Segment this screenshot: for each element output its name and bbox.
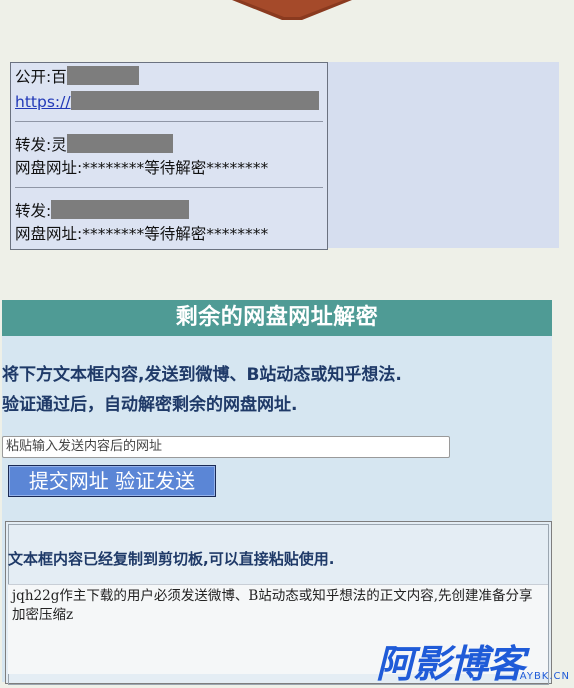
forward-1-address-value: ********等待解密******** [82, 159, 269, 177]
divider [15, 121, 323, 122]
forward-2-address-value: ********等待解密******** [82, 225, 269, 243]
watermark-domain: AYBK.CN [519, 671, 570, 682]
copy-hint: 文本框内容已经复制到剪切板,可以直接粘贴使用. [8, 550, 335, 568]
divider [15, 187, 323, 188]
forward-1-label-row: 转发:灵 [15, 134, 173, 156]
redacted-public-url [70, 91, 319, 110]
site-watermark: 阿影博客 AYBK.CN [376, 633, 574, 686]
verify-section-title: 剩余的网盘网址解密 [2, 300, 552, 336]
submit-url-button[interactable]: 提交网址 验证发送 [8, 465, 216, 497]
forward-2-label: 转发: [15, 202, 52, 220]
link-panel: 公开:百 https:// 转发:灵 网盘网址:********等待解密****… [10, 62, 559, 250]
public-url-row: https:// [15, 91, 319, 113]
link-list: 公开:百 https:// 转发:灵 网盘网址:********等待解密****… [10, 62, 328, 250]
forward-1-address-label: 网盘网址: [15, 159, 83, 177]
instruction-line-1: 将下方文本框内容,发送到微博、B站动态或知乎想法. [2, 365, 402, 385]
forward-2-label-row: 转发: [15, 200, 190, 222]
forward-1-address-row: 网盘网址:********等待解密******** [15, 157, 268, 179]
forward-2-address-row: 网盘网址:********等待解密******** [15, 223, 268, 245]
public-prefix-char: 百 [51, 68, 67, 86]
top-decoration-shape [232, 0, 352, 20]
forward-2-address-label: 网盘网址: [15, 225, 83, 243]
redacted-forward-1-name [66, 134, 173, 153]
forward-1-label: 转发: [15, 136, 52, 154]
url-input[interactable]: 粘贴输入发送内容后的网址 [2, 436, 450, 458]
public-link-row: 公开:百 [15, 66, 139, 88]
forward-1-prefix-char: 灵 [51, 136, 67, 154]
instruction-line-2: 验证通过后，自动解密剩余的网盘网址. [2, 395, 298, 415]
redacted-public-name [66, 66, 139, 85]
public-label: 公开: [15, 68, 52, 86]
public-url-link[interactable]: https:// [15, 93, 71, 111]
redacted-forward-2-name [51, 200, 190, 219]
watermark-text: 阿影博客 [376, 642, 525, 686]
